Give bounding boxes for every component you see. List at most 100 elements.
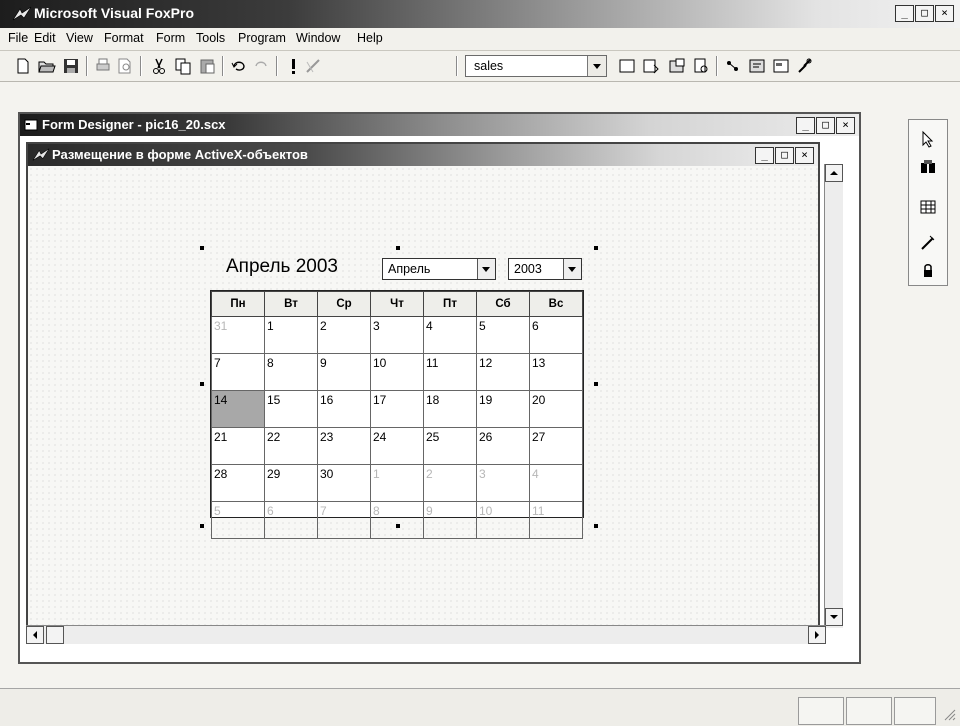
- day-cell[interactable]: 19: [476, 390, 530, 428]
- selection-handle[interactable]: [200, 246, 204, 250]
- day-cell[interactable]: 1: [370, 464, 424, 502]
- day-cell[interactable]: 17: [370, 390, 424, 428]
- run-icon[interactable]: [284, 57, 302, 75]
- day-cell[interactable]: 13: [529, 353, 583, 391]
- day-cell[interactable]: 28: [211, 464, 265, 502]
- chevron-down-icon[interactable]: [477, 259, 495, 279]
- close-button[interactable]: ×: [935, 5, 954, 22]
- save-icon[interactable]: [62, 57, 80, 75]
- day-cell[interactable]: 4: [529, 464, 583, 502]
- maximize-button[interactable]: □: [816, 117, 835, 134]
- selection-handle[interactable]: [200, 524, 204, 528]
- form-wizard-icon[interactable]: [692, 57, 710, 75]
- paste-icon[interactable]: [198, 57, 216, 75]
- menu-format[interactable]: Format: [104, 31, 144, 45]
- day-cell[interactable]: 8: [370, 501, 424, 539]
- form-icon[interactable]: [772, 57, 790, 75]
- day-cell[interactable]: 27: [529, 427, 583, 465]
- day-cell[interactable]: 20: [529, 390, 583, 428]
- day-cell[interactable]: 3: [370, 316, 424, 354]
- scroll-down-arrow[interactable]: [825, 608, 843, 626]
- day-cell[interactable]: 23: [317, 427, 371, 465]
- day-cell[interactable]: 5: [476, 316, 530, 354]
- redo-icon[interactable]: [252, 57, 270, 75]
- chevron-down-icon[interactable]: [563, 259, 581, 279]
- day-cell[interactable]: 24: [370, 427, 424, 465]
- selection-handle[interactable]: [594, 382, 598, 386]
- day-cell[interactable]: 7: [317, 501, 371, 539]
- resize-grip-icon[interactable]: [940, 705, 956, 721]
- menu-window[interactable]: Window: [296, 31, 340, 45]
- day-cell[interactable]: 7: [211, 353, 265, 391]
- scroll-left-arrow[interactable]: [26, 626, 44, 644]
- selection-handle[interactable]: [594, 524, 598, 528]
- menu-view[interactable]: View: [66, 31, 93, 45]
- menu-program[interactable]: Program: [238, 31, 286, 45]
- day-cell[interactable]: 9: [423, 501, 477, 539]
- view-window-icon[interactable]: [642, 57, 660, 75]
- day-cell[interactable]: 10: [370, 353, 424, 391]
- maximize-button[interactable]: □: [915, 5, 934, 22]
- command-window-icon[interactable]: [618, 57, 636, 75]
- menu-form[interactable]: Form: [156, 31, 185, 45]
- day-cell[interactable]: 2: [423, 464, 477, 502]
- menu-help[interactable]: Help: [357, 31, 383, 45]
- year-select[interactable]: 2003: [508, 258, 582, 280]
- minimize-button[interactable]: _: [796, 117, 815, 134]
- code-icon[interactable]: [748, 57, 766, 75]
- day-cell[interactable]: 15: [264, 390, 318, 428]
- selection-handle[interactable]: [200, 382, 204, 386]
- copy-icon[interactable]: [174, 57, 192, 75]
- day-cell[interactable]: 8: [264, 353, 318, 391]
- cut-icon[interactable]: [150, 57, 168, 75]
- data-session-icon[interactable]: [668, 57, 686, 75]
- day-cell[interactable]: 31: [211, 316, 265, 354]
- day-cell[interactable]: 1: [264, 316, 318, 354]
- day-cell[interactable]: 16: [317, 390, 371, 428]
- database-combo[interactable]: sales: [465, 55, 607, 77]
- day-cell[interactable]: 25: [423, 427, 477, 465]
- day-cell[interactable]: 26: [476, 427, 530, 465]
- day-cell[interactable]: 9: [317, 353, 371, 391]
- print-preview-icon[interactable]: [116, 57, 134, 75]
- selected-day-cell[interactable]: 14: [211, 390, 265, 428]
- day-cell[interactable]: 30: [317, 464, 371, 502]
- day-cell[interactable]: 2: [317, 316, 371, 354]
- day-cell[interactable]: 29: [264, 464, 318, 502]
- day-cell[interactable]: 18: [423, 390, 477, 428]
- builder-lock-icon[interactable]: [919, 234, 937, 252]
- open-icon[interactable]: [38, 57, 56, 75]
- view-classes-icon[interactable]: [919, 158, 937, 176]
- scroll-thumb[interactable]: [46, 626, 64, 644]
- calendar-grid[interactable]: Пн Вт Ср Чт Пт Сб Вс 31 1 2 3 4 5 6 7 8 …: [210, 290, 584, 539]
- modify-icon[interactable]: [304, 57, 322, 75]
- menu-edit[interactable]: Edit: [34, 31, 56, 45]
- print-icon[interactable]: [94, 57, 112, 75]
- selection-handle[interactable]: [594, 246, 598, 250]
- day-cell[interactable]: 10: [476, 501, 530, 539]
- scroll-up-arrow[interactable]: [825, 164, 843, 182]
- pointer-icon[interactable]: [919, 130, 937, 148]
- day-cell[interactable]: 4: [423, 316, 477, 354]
- day-cell[interactable]: 3: [476, 464, 530, 502]
- maximize-button[interactable]: □: [775, 147, 794, 164]
- close-button[interactable]: ×: [836, 117, 855, 134]
- class-browser-icon[interactable]: [724, 57, 742, 75]
- minimize-button[interactable]: _: [755, 147, 774, 164]
- day-cell[interactable]: 11: [529, 501, 583, 539]
- day-cell[interactable]: 22: [264, 427, 318, 465]
- day-cell[interactable]: 21: [211, 427, 265, 465]
- selection-handle[interactable]: [396, 246, 400, 250]
- tools-icon[interactable]: [796, 57, 814, 75]
- close-button[interactable]: ×: [795, 147, 814, 164]
- day-cell[interactable]: 12: [476, 353, 530, 391]
- menu-file[interactable]: File: [8, 31, 28, 45]
- menu-tools[interactable]: Tools: [196, 31, 225, 45]
- undo-icon[interactable]: [230, 57, 248, 75]
- scroll-right-arrow[interactable]: [808, 626, 826, 644]
- vertical-scrollbar[interactable]: [824, 164, 843, 628]
- new-icon[interactable]: [14, 57, 32, 75]
- grid-icon[interactable]: [919, 198, 937, 216]
- day-cell[interactable]: 11: [423, 353, 477, 391]
- month-select[interactable]: Апрель: [382, 258, 496, 280]
